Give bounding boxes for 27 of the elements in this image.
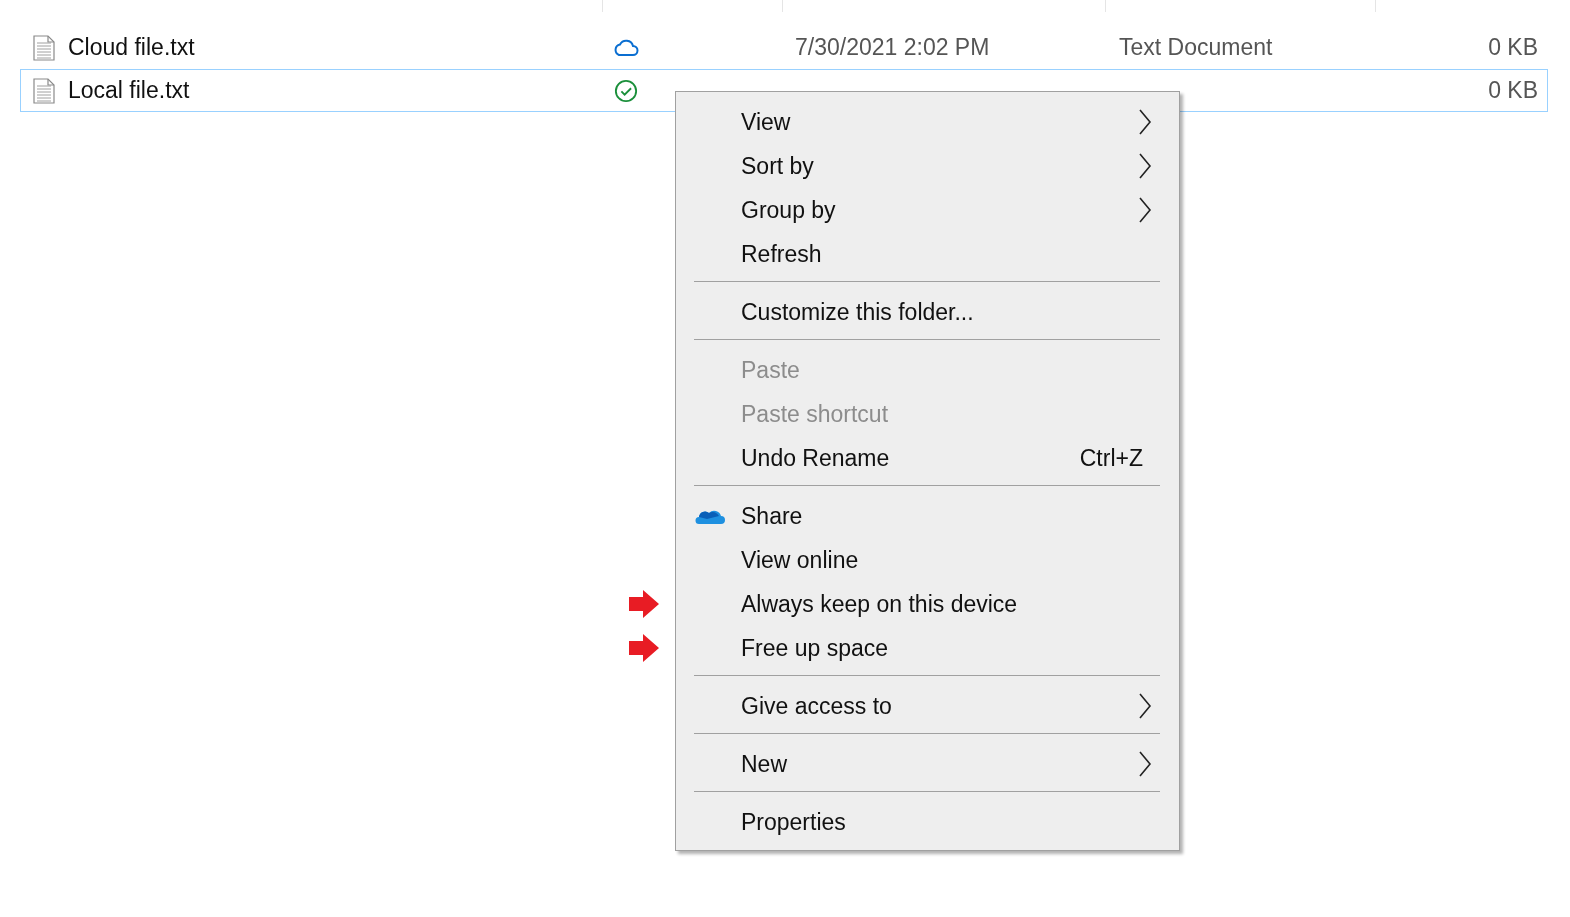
menu-item[interactable]: Undo Rename Ctrl+Z (676, 436, 1179, 480)
text-file-icon (33, 34, 55, 61)
menu-item[interactable]: View online (676, 538, 1179, 582)
file-row[interactable]: Cloud file.txt 7/30/2021 2:02 PM Text Document 0 KB (20, 26, 1548, 69)
file-type: Text Document (1119, 34, 1273, 60)
file-size: 0 KB (1488, 34, 1538, 61)
menu-item[interactable]: Properties (676, 800, 1179, 844)
menu-item[interactable]: Group by (676, 188, 1179, 232)
shortcut-text: Ctrl+Z (1079, 444, 1143, 472)
menu-item[interactable]: Free up space (676, 626, 1179, 670)
chevron-right-icon (1138, 196, 1152, 224)
file-name: Local file.txt (68, 77, 191, 104)
menu-item[interactable]: Sort by (676, 144, 1179, 188)
menu-item[interactable]: Always keep on this device (676, 582, 1179, 626)
text-file-icon (33, 77, 55, 104)
file-name: Cloud file.txt (68, 34, 196, 61)
chevron-right-icon (1138, 108, 1152, 136)
chevron-right-icon (1138, 750, 1152, 778)
menu-item[interactable]: Refresh (676, 232, 1179, 276)
chevron-right-icon (1138, 152, 1152, 180)
chevron-right-icon (1138, 692, 1152, 720)
date-modified: 7/30/2021 2:02 PM (795, 34, 990, 60)
file-size: 0 KB (1488, 77, 1538, 104)
menu-item[interactable]: New (676, 742, 1179, 786)
menu-item[interactable]: Share (676, 494, 1179, 538)
menu-item[interactable]: Customize this folder... (676, 290, 1179, 334)
menu-item[interactable]: Give access to (676, 684, 1179, 728)
